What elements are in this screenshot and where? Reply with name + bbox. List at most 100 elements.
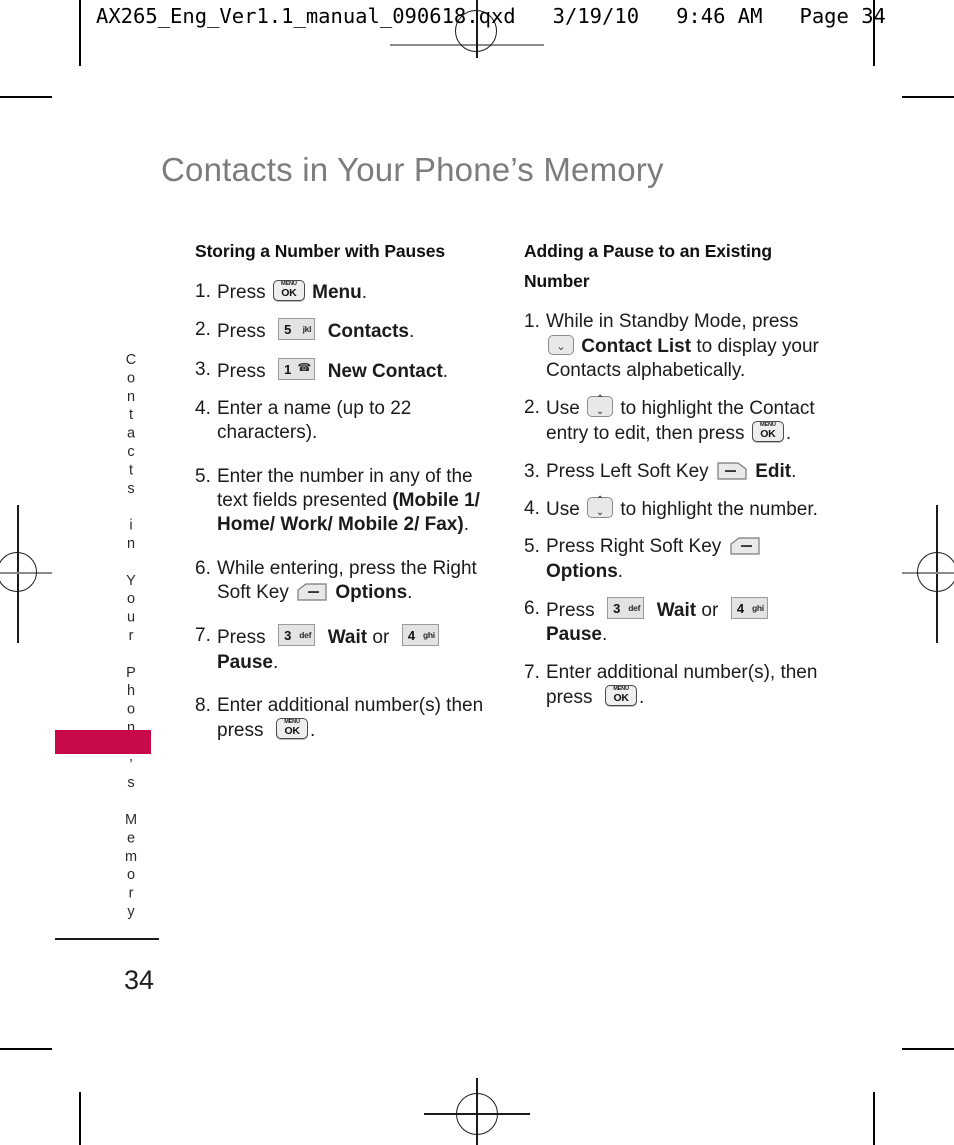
menu-ok-key-icon[interactable]: MENU OK <box>751 421 784 443</box>
up-down-navigation-key-icon[interactable]: ⌃ ⌄ <box>587 496 614 519</box>
page-number: 34 <box>124 965 155 995</box>
footer-rule <box>55 938 159 940</box>
menu-ok-key-icon[interactable]: MENU OK <box>605 684 638 706</box>
step-pre-text: Press <box>217 627 266 649</box>
step-pre-text: Press <box>217 360 266 382</box>
left-column: Storing a Number with Pauses 1. Press ME… <box>195 236 495 758</box>
step-post-text: . <box>409 321 415 343</box>
step-post-text: . <box>442 360 449 382</box>
step-bold-text: New Contact <box>327 360 443 382</box>
print-job-header: AX265_Eng_Ver1.1_manual_090618.qxd 3/19/… <box>96 4 886 28</box>
list-item: 7. Press 3 def Wait or 4 ghi Pause. <box>195 624 495 675</box>
numeric-key-1-voicemail-icon[interactable]: 1 ☎ <box>278 357 316 380</box>
step-number: 7. <box>195 625 211 647</box>
step-bold-text: Edit <box>755 460 792 482</box>
right-soft-key-icon[interactable] <box>297 582 327 602</box>
step-pre-text: Use <box>546 398 580 420</box>
numeric-key-5-icon[interactable]: 5 jkl <box>278 318 316 341</box>
step-mid-text: or <box>701 600 719 621</box>
step-pre-text: Press Right Soft Key <box>546 536 722 558</box>
reg-left-circle <box>0 552 37 592</box>
step-post-text: . <box>601 624 608 646</box>
crop-mark-bottom-left-v <box>79 1092 81 1145</box>
step-text: While in Standby Mode, press ⌄ Contact L… <box>546 310 820 383</box>
step-number: 5. <box>195 465 211 487</box>
step-number: 6. <box>195 557 211 579</box>
crop-mark-bottom-right-v <box>873 1092 875 1145</box>
list-item: 1. While in Standby Mode, press ⌄ Contac… <box>524 310 820 383</box>
page-title: Contacts in Your Phone’s Memory <box>161 151 664 188</box>
step-post-text: . <box>785 423 792 445</box>
step-number: 4. <box>524 498 540 520</box>
list-item: 2. Use ⌃ ⌄ to highlight the Contact entry… <box>524 395 820 447</box>
step-post-text: . <box>617 560 624 582</box>
list-item: 4. Enter a name (up to 22 characters). <box>195 397 495 446</box>
left-column-heading: Storing a Number with Pauses <box>195 241 446 261</box>
menu-ok-key-icon[interactable]: MENU OK <box>272 280 305 302</box>
step-bold-text: Pause <box>546 624 602 646</box>
numeric-key-4-icon[interactable]: 4 ghi <box>730 597 768 619</box>
step-text: Press MENU OK Menu. <box>217 280 495 305</box>
step-mid-text: or <box>372 627 390 649</box>
step-bold-text: Options <box>546 560 618 582</box>
numeric-key-3-icon[interactable]: 3 def <box>607 597 645 619</box>
step-text: Press Right Soft Key Options. <box>546 535 820 584</box>
step-bold-text: Wait <box>656 600 697 621</box>
list-item: 1. Press MENU OK Menu. <box>195 280 495 305</box>
numeric-key-3-icon[interactable]: 3 def <box>278 624 316 647</box>
step-pre-text: While in Standby Mode, press <box>546 311 799 333</box>
step-pre-text: Press <box>217 282 266 304</box>
step-number: 2. <box>195 319 211 341</box>
reg-bottom-circle <box>456 1093 498 1135</box>
list-item: 2. Press 5 jkl Contacts. <box>195 318 495 344</box>
step-post-text: . <box>407 581 413 603</box>
list-item: 5. Enter the number in any of the text f… <box>195 465 495 538</box>
list-item: 5. Press Right Soft Key Options. <box>524 535 820 584</box>
list-item: 3. Press Left Soft Key Edit. <box>524 460 820 484</box>
step-post-text: . <box>639 686 645 708</box>
step-post-text: . <box>463 514 469 536</box>
step-text: Enter additional number(s) then press ME… <box>217 694 495 744</box>
step-text: Press Left Soft Key Edit. <box>546 460 820 484</box>
step-number: 1. <box>195 281 211 303</box>
down-arrow-key-icon[interactable]: ⌄ <box>548 334 574 355</box>
reg-right-circle <box>917 552 954 592</box>
side-accent-bar <box>55 730 151 754</box>
up-down-navigation-key-icon[interactable]: ⌃ ⌄ <box>587 395 614 418</box>
step-text: Press 3 def Wait or 4 ghi Pause. <box>546 597 820 648</box>
right-soft-key-icon[interactable] <box>729 536 760 556</box>
menu-ok-key-icon[interactable]: MENU OK <box>276 718 309 740</box>
step-bold-text: Options <box>335 581 408 603</box>
crop-mark-top-right-h <box>902 96 954 98</box>
step-number: 3. <box>195 358 211 380</box>
list-item: 3. Press 1 ☎ New Contact. <box>195 357 495 384</box>
step-post-text: . <box>361 282 368 304</box>
step-text: While entering, press the Right Soft Key… <box>217 557 495 606</box>
step-number: 2. <box>524 397 540 419</box>
step-number: 5. <box>524 536 540 558</box>
step-number: 8. <box>195 694 211 716</box>
step-mid-text: to highlight the number. <box>620 499 818 521</box>
left-soft-key-icon[interactable] <box>717 461 747 481</box>
right-column: Adding a Pause to an Existing Number 1. … <box>524 236 820 725</box>
step-text: Enter a name (up to 22 characters). <box>217 398 412 444</box>
list-item: 6. Press 3 def Wait or 4 ghi Pause. <box>524 597 820 648</box>
crop-mark-bottom-right-h <box>902 1048 954 1050</box>
side-running-head: Contacts in Your Phone’s Memory <box>123 352 139 923</box>
step-pre-text: Press <box>546 600 595 621</box>
step-text: Use ⌃ ⌄ to highlight the number. <box>546 496 820 522</box>
list-item: 7. Enter additional number(s), then pres… <box>524 661 820 711</box>
step-pre-text: Press <box>217 321 266 343</box>
step-text: Use ⌃ ⌄ to highlight the Contact entry to… <box>546 395 820 447</box>
crop-mark-bottom-left-h <box>0 1048 52 1050</box>
numeric-key-4-icon[interactable]: 4 ghi <box>401 624 439 647</box>
step-post-text: . <box>310 720 316 742</box>
step-text: Press 1 ☎ New Contact. <box>217 357 495 384</box>
crop-mark-top-left-h <box>0 96 52 98</box>
step-number: 3. <box>524 460 540 482</box>
step-pre-text: Enter additional number(s), then press <box>546 661 818 708</box>
step-text: Enter the number in any of the text fiel… <box>217 465 495 538</box>
step-bold-text: Wait <box>327 627 368 649</box>
step-bold-text: Contacts <box>327 321 409 343</box>
step-number: 1. <box>524 311 540 333</box>
